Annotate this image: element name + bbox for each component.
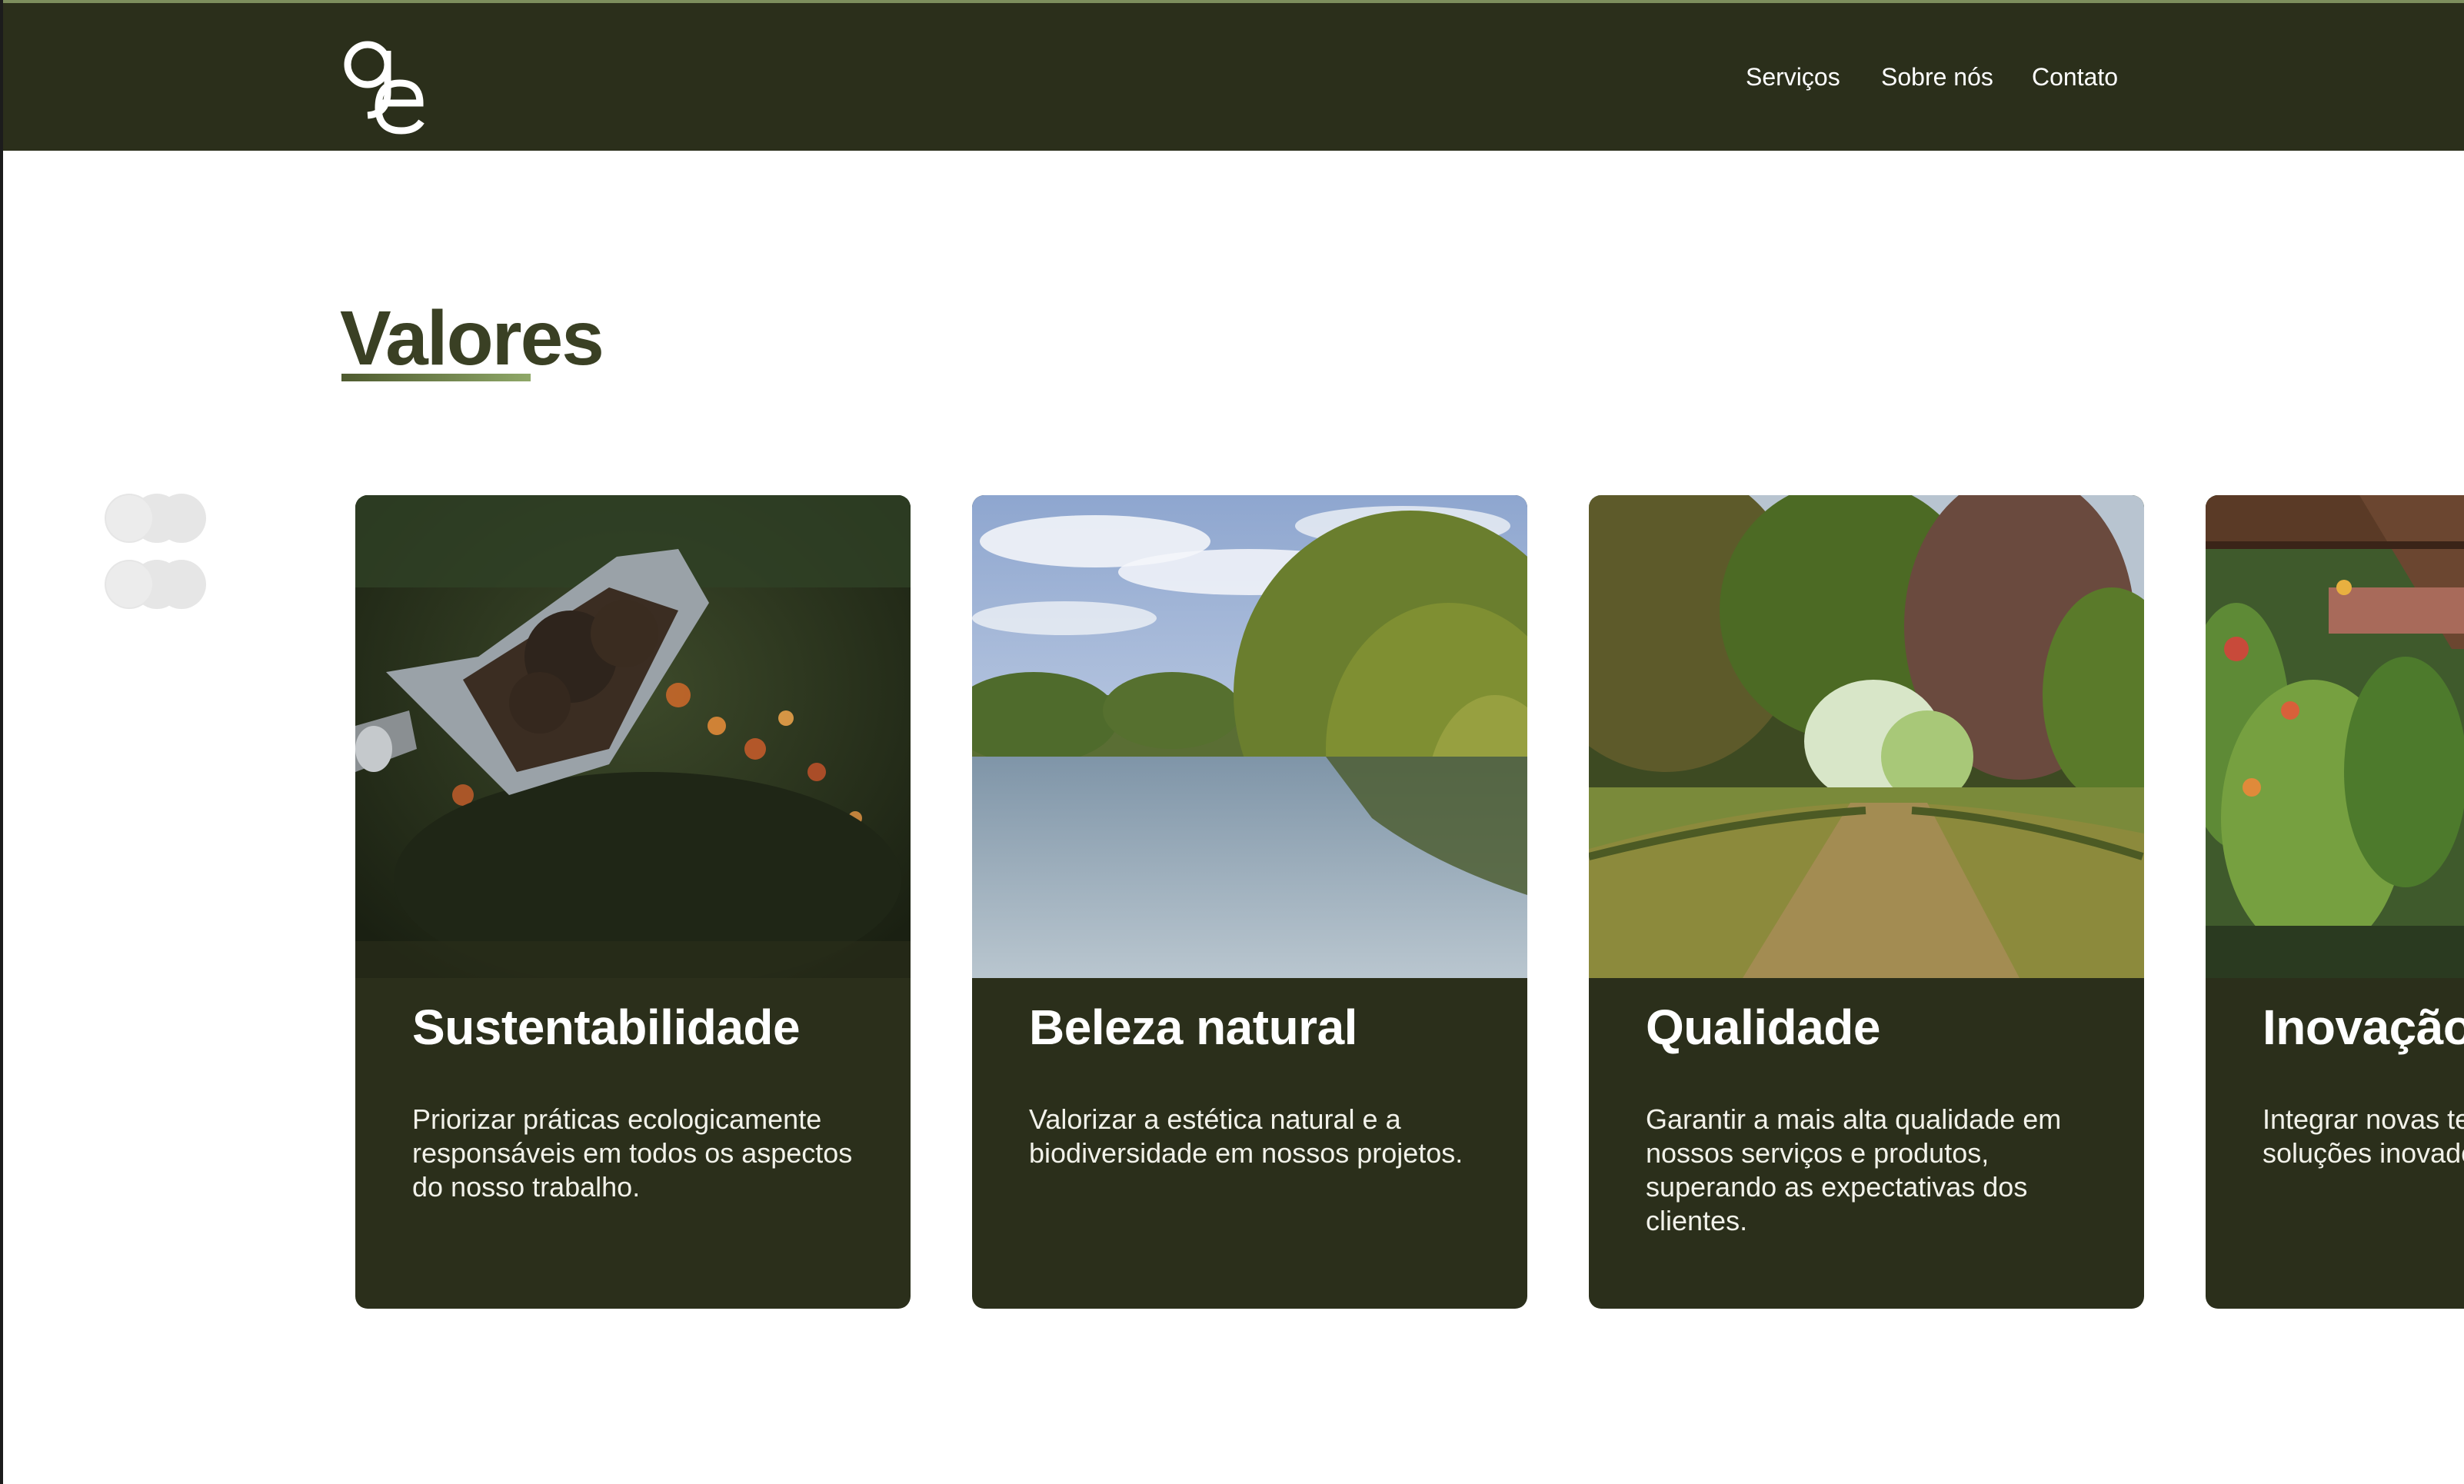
value-card-beleza-natural[interactable]: Beleza natural Valorizar a estética natu…: [972, 495, 1527, 1309]
site-header: ge Serviços Sobre nós Contato: [3, 0, 2464, 151]
decorative-dots-icon: [105, 494, 206, 609]
value-card-qualidade[interactable]: Qualidade Garantir a mais alta qualidade…: [1589, 495, 2144, 1309]
park-path-trees-photo: [1589, 495, 2144, 978]
value-card-sustentabilidade[interactable]: Sustentabilidade Priorizar práticas ecol…: [355, 495, 911, 1309]
value-card-inovacao[interactable]: Inovação Integrar novas tecnologias para…: [2206, 495, 2464, 1309]
card-description: Priorizar práticas ecologicamente respon…: [412, 1103, 853, 1203]
section-title: Valores: [340, 295, 604, 381]
title-underline: [341, 374, 531, 381]
card-title: Qualidade: [1646, 1000, 1880, 1055]
page-left-border: [0, 0, 3, 1484]
garden-trowel-soil-photo: [355, 495, 911, 978]
card-description: Garantir a mais alta qualidade em nossos…: [1646, 1103, 2062, 1236]
nav-link-sobre-nos[interactable]: Sobre nós: [1881, 63, 1993, 92]
card-title: Sustentabilidade: [412, 1000, 801, 1055]
nav-link-servicos[interactable]: Serviços: [1746, 63, 1840, 92]
river-trees-landscape-photo: [972, 495, 1527, 978]
card-title: Inovação: [2263, 1000, 2464, 1055]
nav-link-contato[interactable]: Contato: [2032, 63, 2118, 92]
card-description: Integrar novas tecnologias para criar so…: [2263, 1103, 2464, 1169]
brand-logo[interactable]: ge: [340, 37, 431, 137]
card-description: Valorizar a estética natural e a biodive…: [1029, 1103, 1463, 1169]
tropical-plants-pergola-photo: [2206, 495, 2464, 978]
card-title: Beleza natural: [1029, 1000, 1357, 1055]
